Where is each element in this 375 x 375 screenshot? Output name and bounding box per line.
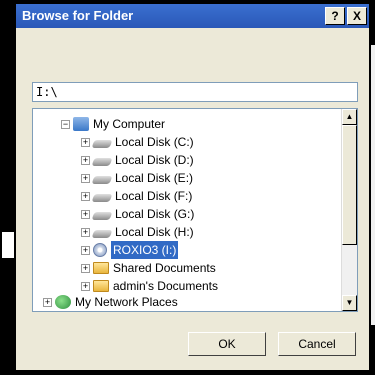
tree-item-roxio3[interactable]: + ROXIO3 (I:) [81,241,179,259]
tree-item-label-selected: ROXIO3 (I:) [111,241,179,259]
scroll-down-arrow-icon[interactable]: ▼ [342,295,357,311]
expand-icon[interactable]: + [81,263,90,273]
close-button[interactable]: X [347,7,367,25]
tree-item-label: Local Disk (G:) [115,207,195,221]
disk-icon [91,176,113,184]
tree-item-shared-documents[interactable]: + Shared Documents [81,259,216,277]
tree-item-local-disk-h[interactable]: + Local Disk (H:) [81,223,194,241]
tree-item-local-disk-g[interactable]: + Local Disk (G:) [81,205,194,223]
scroll-up-arrow-icon[interactable]: ▲ [342,109,357,125]
disk-icon [91,158,113,166]
tree-item-my-network-places[interactable]: + My Network Places [43,293,178,311]
expand-icon[interactable]: + [81,173,90,183]
network-icon [55,295,71,309]
scroll-thumb[interactable] [342,125,357,245]
help-button[interactable]: ? [325,7,345,25]
disk-icon [91,194,113,202]
tree-item-label: My Computer [93,117,166,131]
cancel-button[interactable]: Cancel [278,332,356,356]
disk-icon [91,212,113,220]
expand-icon[interactable]: + [43,297,52,307]
folder-path-input[interactable] [32,82,358,102]
tree-item-local-disk-d[interactable]: + Local Disk (D:) [81,151,194,169]
collapse-icon[interactable]: − [61,119,70,129]
tree-item-label: Local Disk (C:) [115,135,194,149]
expand-icon[interactable]: + [81,155,90,165]
tree-item-label: My Network Places [75,295,178,309]
expand-icon[interactable]: + [81,281,90,291]
expand-icon[interactable]: + [81,245,90,255]
tree-item-local-disk-f[interactable]: + Local Disk (F:) [81,187,192,205]
tree-item-local-disk-e[interactable]: + Local Disk (E:) [81,169,193,187]
tree-item-label: Local Disk (D:) [115,153,194,167]
folder-icon [93,280,109,292]
tree-item-label: Local Disk (F:) [115,189,193,203]
tree-item-my-computer[interactable]: − My Computer [61,115,165,133]
tree-item-label: Local Disk (E:) [115,171,194,185]
expand-icon[interactable]: + [81,227,90,237]
tree-item-local-disk-c[interactable]: + Local Disk (C:) [81,133,194,151]
folder-tree[interactable]: − My Computer + Local Disk (C:) + Local … [32,108,358,312]
ok-button[interactable]: OK [188,332,266,356]
disk-icon [91,140,113,148]
vertical-scrollbar[interactable]: ▲ ▼ [341,109,357,311]
dialog-title: Browse for Folder [22,8,134,23]
expand-icon[interactable]: + [81,137,90,147]
title-bar: Browse for Folder ? X [16,4,369,28]
disk-icon [91,230,113,238]
folder-icon [93,262,109,274]
tree-item-label: Shared Documents [113,261,216,275]
cd-drive-icon [93,243,107,257]
computer-icon [73,117,89,131]
expand-icon[interactable]: + [81,191,90,201]
tree-item-label: Local Disk (H:) [115,225,194,239]
expand-icon[interactable]: + [81,209,90,219]
browse-for-folder-dialog: Browse for Folder ? X − My Computer + Lo… [14,2,371,372]
